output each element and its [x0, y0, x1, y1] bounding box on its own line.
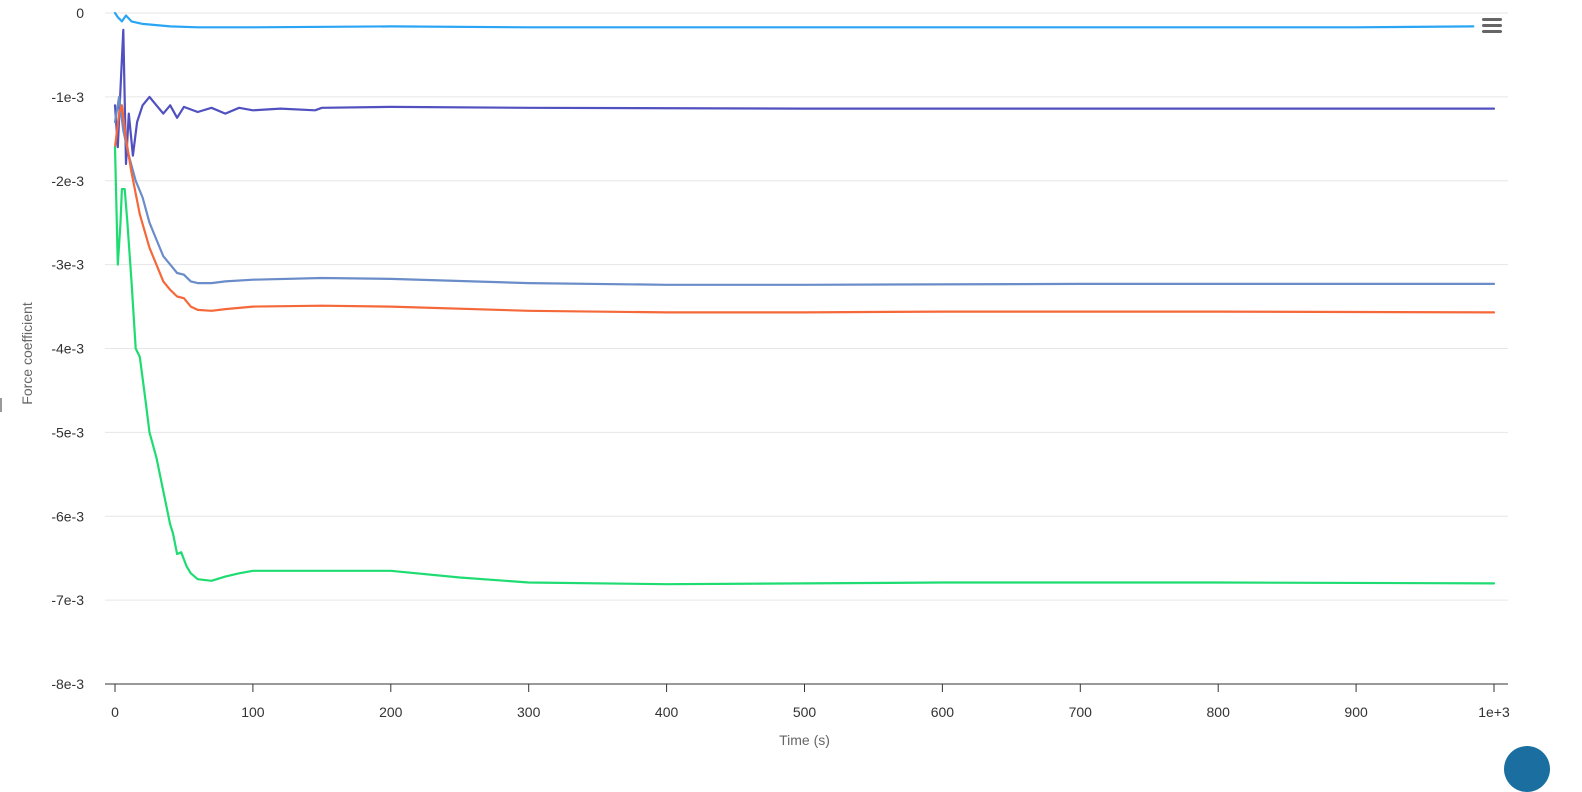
x-axis-title: Time (s): [779, 732, 830, 748]
series-line-1[interactable]: [113, 11, 1475, 29]
x-tick-label: 0: [111, 704, 119, 720]
y-tick-label: -5e-3: [51, 424, 84, 440]
x-tick-labels: 0 100 200 300 400 500 600 700 800 900 1e+3: [111, 704, 1510, 720]
y-tick-label: -7e-3: [51, 592, 84, 608]
x-tick-label: 400: [655, 704, 679, 720]
y-tick-label: -8e-3: [51, 676, 84, 692]
x-tick-label: 500: [793, 704, 817, 720]
series-line-5[interactable]: [113, 146, 1496, 586]
x-tick-label: 1e+3: [1478, 704, 1510, 720]
x-tick-label: 700: [1069, 704, 1093, 720]
x-tick-label: 200: [379, 704, 403, 720]
axes: [105, 683, 1508, 692]
y-tick-label: -6e-3: [51, 508, 84, 524]
series-line-3[interactable]: [113, 95, 1496, 286]
y-tick-label: -1e-3: [51, 89, 84, 105]
y-tick-labels: 0 -1e-3 -2e-3 -3e-3 -4e-3 -5e-3 -6e-3 -7e-3 -8e-…: [51, 5, 84, 692]
x-tick-label: 900: [1344, 704, 1368, 720]
y-tick-label: 0: [76, 5, 84, 21]
menu-bar: [1482, 24, 1502, 27]
line-chart: 0 -1e-3 -2e-3 -3e-3 -4e-3 -5e-3 -6e-3 -7e-3 -8e-…: [19, 5, 1510, 748]
chat-bubble-icon[interactable]: [1504, 746, 1550, 792]
x-tick-label: 600: [931, 704, 955, 720]
x-tick-label: 800: [1207, 704, 1231, 720]
y-tick-label: -2e-3: [51, 173, 84, 189]
x-tick-label: 300: [517, 704, 541, 720]
y-axis-title: Force coefficient: [19, 302, 35, 405]
chart-container: 0 -1e-3 -2e-3 -3e-3 -4e-3 -5e-3 -6e-3 -7e-3 -8e-…: [0, 0, 1582, 792]
y-tick-label: -3e-3: [51, 257, 84, 273]
menu-bar: [1482, 30, 1502, 33]
series-lines: [113, 11, 1496, 586]
x-tick-label: 100: [241, 704, 265, 720]
y-tick-label: -4e-3: [51, 341, 84, 357]
series-line-4[interactable]: [113, 104, 1496, 314]
menu-bar: [1482, 18, 1502, 21]
hamburger-menu-icon[interactable]: [1478, 12, 1506, 40]
left-edge-marker: [0, 398, 2, 412]
